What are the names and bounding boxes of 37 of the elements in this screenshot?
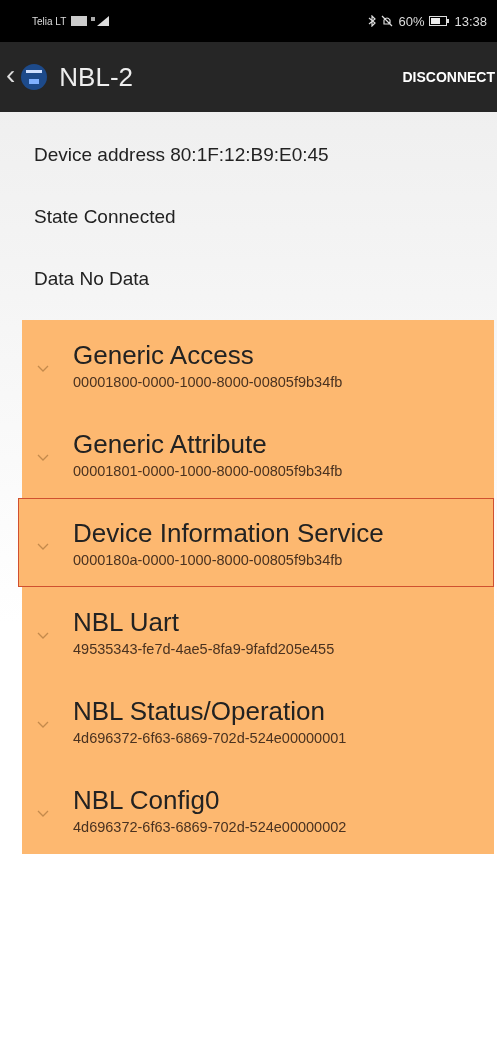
- service-uuid: 4d696372-6f63-6869-702d-524e00000002: [73, 818, 347, 835]
- service-name: NBL Status/Operation: [73, 695, 326, 727]
- device-title: NBL-2: [59, 61, 134, 93]
- chevron-icon: [37, 454, 49, 461]
- app-icon: [21, 64, 48, 90]
- service-name: Device Information Service: [73, 517, 384, 549]
- battery-icon: [429, 16, 450, 26]
- service-item[interactable]: NBL Config0 4d696372-6f63-6869-702d-524e00000002: [22, 765, 494, 854]
- disconnect-button[interactable]: DISCONNECT: [402, 69, 497, 85]
- service-item[interactable]: Generic Attribute 00001801-0000-1000-8000-00805f9b34fb: [22, 409, 494, 498]
- chevron-icon: [37, 365, 49, 372]
- service-item[interactable]: NBL Uart 49535343-fe7d-4ae5-8fa9-9fafd205e455: [22, 587, 494, 676]
- service-item[interactable]: Device Information Service 0000180a-0000-1000-8000-00805f9b34fb: [18, 498, 494, 587]
- back-button[interactable]: ‹: [0, 59, 22, 95]
- carrier-name: Telia LT: [32, 15, 67, 27]
- service-uuid: 4d696372-6f63-6869-702d-524e00000001: [73, 729, 347, 746]
- bell-muted-icon: [381, 15, 394, 27]
- service-uuid: 49535343-fe7d-4ae5-8fa9-9fafd205e455: [73, 640, 335, 657]
- service-item[interactable]: Generic Access 00001800-0000-1000-8000-00805f9b34fb: [22, 320, 494, 409]
- service-name: Generic Access: [73, 339, 255, 371]
- service-item[interactable]: NBL Status/Operation 4d696372-6f63-6869-702d-524e00000001: [22, 676, 494, 765]
- service-uuid: 00001801-0000-1000-8000-00805f9b34fb: [73, 462, 343, 479]
- info-row-text: State Connected: [33, 205, 177, 229]
- clock: 13:38: [454, 13, 487, 29]
- chevron-icon: [37, 810, 49, 817]
- battery-percent: 60%: [398, 13, 425, 29]
- service-uuid: 00001800-0000-1000-8000-00805f9b34fb: [73, 373, 343, 390]
- service-name: Generic Attribute: [73, 428, 268, 460]
- service-uuid: 0000180a-0000-1000-8000-00805f9b34fb: [73, 551, 344, 568]
- info-row-text: Data No Data: [33, 267, 151, 291]
- service-name: NBL Config0: [73, 784, 221, 816]
- bluetooth-icon: [368, 15, 377, 27]
- info-row-text: Device address 80:1F:12:B9:E0:45: [33, 143, 330, 167]
- chevron-icon: [37, 632, 49, 639]
- chevron-icon: [37, 721, 49, 728]
- chevron-icon: [37, 543, 49, 550]
- service-name: NBL Uart: [73, 606, 180, 638]
